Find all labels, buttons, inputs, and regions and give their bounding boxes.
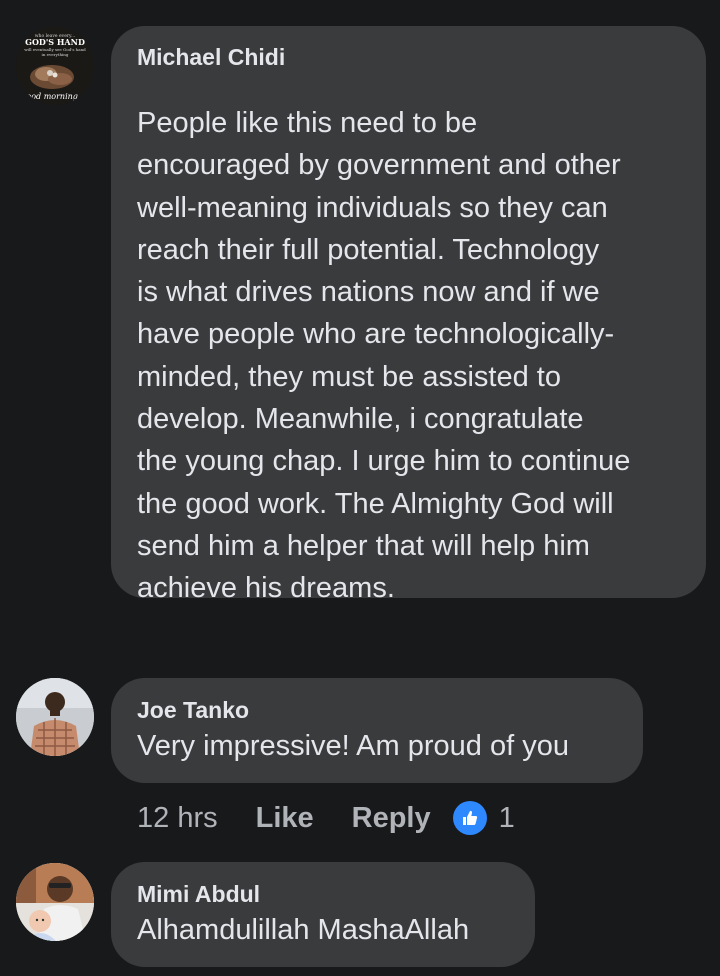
comment-text: Very impressive! Am proud of you [137,730,569,762]
comment-text-line: develop. Meanwhile, i congratulate [137,403,584,436]
comment-author[interactable]: Mimi Abdul [137,881,260,908]
comment-text-line: achieve his dreams. [137,572,395,605]
comment-text-line: minded, they must be assisted to [137,360,561,393]
like-button[interactable]: Like [256,802,314,835]
comment-text-line: send him a helper that will help him [137,529,590,562]
avatar-image: who leave every... GOD'S HAND will event… [16,27,94,105]
comment-text-line: People like this need to be [137,107,478,139]
comment-text-line: is what drives nations now and if we [137,276,600,309]
avatar[interactable] [16,863,94,941]
comment-bubble: Mimi Abdul Alhamdulillah MashaAllah [111,862,535,967]
avatar-caption-2: GOD'S HAND [25,37,85,47]
comment-timestamp[interactable]: 12 hrs [137,802,218,835]
comment-actions: 12 hrs Like Reply 1 [137,798,515,838]
thumbs-up-icon[interactable] [452,801,487,835]
comment-text-line: well-meaning individuals so they can [137,191,608,224]
avatar-caption-4: in everything [42,52,69,57]
comment-text: People like this need to be encouraged b… [137,102,697,610]
comment-bubble: Michael Chidi People like this need to b… [111,26,706,604]
avatar-image [16,863,94,941]
avatar[interactable] [16,678,94,756]
comment-text-line: the young chap. I urge him to continue [137,445,631,478]
comment-author[interactable]: Joe Tanko [137,697,249,724]
comment-text-line: encouraged by government and other [137,149,621,182]
reply-button[interactable]: Reply [352,802,431,835]
avatar-caption-5: Good morning [20,92,78,101]
comment-text-line: have people who are technologically- [137,318,615,351]
avatar-image [16,678,94,756]
avatar[interactable]: who leave every... GOD'S HAND will event… [16,27,94,105]
comment-text-line: reach their full potential. Technology [137,233,600,266]
comment-author[interactable]: Michael Chidi [137,44,285,71]
reaction-count[interactable]: 1 [499,802,515,835]
comment-text-line: the good work. The Almighty God will [137,487,614,520]
comment-bubble: Joe Tanko Very impressive! Am proud of y… [111,678,643,783]
comment-text: Alhamdulillah MashaAllah [137,914,470,946]
